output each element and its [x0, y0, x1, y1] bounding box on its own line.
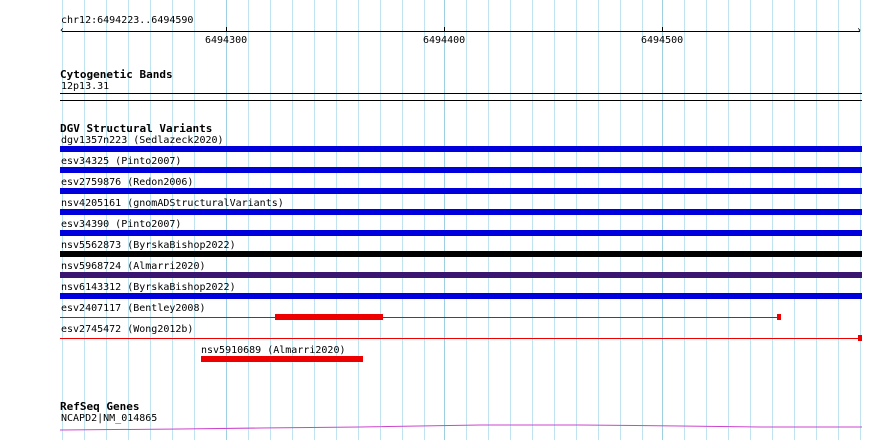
- grid-line: [336, 0, 337, 440]
- grid-line: [684, 0, 685, 440]
- grid-line: [380, 0, 381, 440]
- grid-line: [194, 0, 195, 440]
- sv-feature-bar[interactable]: [60, 272, 862, 278]
- grid-line: [270, 0, 271, 440]
- grid-line-major: [662, 0, 663, 440]
- grid-line: [488, 0, 489, 440]
- sv-feature-line[interactable]: [60, 338, 862, 339]
- sv-feature-bar[interactable]: [60, 230, 862, 236]
- sv-feature-endcap[interactable]: [858, 335, 862, 341]
- sv-feature-bar[interactable]: [201, 356, 363, 362]
- grid-line: [838, 0, 839, 440]
- grid-line: [576, 0, 577, 440]
- sv-feature-bar[interactable]: [60, 251, 862, 257]
- grid-line: [794, 0, 795, 440]
- ruler-left-arrow-icon: ‹: [59, 25, 66, 36]
- grid-line: [532, 0, 533, 440]
- ruler-right-arrow-icon: ›: [856, 25, 863, 36]
- track-title-cytogenetic-bands[interactable]: Cytogenetic Bands: [60, 68, 173, 81]
- grid-line-major: [226, 0, 227, 440]
- ruler-tick-label: 6494500: [641, 35, 684, 46]
- grid-line: [860, 0, 861, 440]
- grid-line: [292, 0, 293, 440]
- grid-line: [620, 0, 621, 440]
- track-title-refseq-genes[interactable]: RefSeq Genes: [60, 400, 139, 413]
- sv-feature-endcap[interactable]: [777, 314, 781, 320]
- gene-coverage-line[interactable]: [60, 422, 862, 434]
- grid-line: [424, 0, 425, 440]
- coordinate-label: chr12:6494223..6494590: [61, 15, 194, 26]
- ruler-tick: [226, 27, 227, 32]
- ruler-tick: [444, 27, 445, 32]
- grid-line: [466, 0, 467, 440]
- ruler-line: [62, 31, 860, 32]
- ruler-tick: [662, 27, 663, 32]
- grid-line: [728, 0, 729, 440]
- grid-line: [750, 0, 751, 440]
- grid-line: [510, 0, 511, 440]
- grid-line: [554, 0, 555, 440]
- grid-line: [402, 0, 403, 440]
- grid-line: [248, 0, 249, 440]
- grid-line: [816, 0, 817, 440]
- genome-browser-panel: chr12:6494223..6494590 ‹ › 6494300 64944…: [0, 0, 890, 440]
- cytoband-outline-top: [60, 93, 862, 94]
- grid-line: [358, 0, 359, 440]
- sv-feature-bar[interactable]: [60, 146, 862, 152]
- sv-feature-line[interactable]: [60, 317, 780, 318]
- sv-feature-bar[interactable]: [60, 293, 862, 299]
- sv-feature-bar[interactable]: [60, 188, 862, 194]
- grid-line: [314, 0, 315, 440]
- sv-feature-bar[interactable]: [60, 167, 862, 173]
- ruler-tick-label: 6494300: [205, 35, 248, 46]
- grid-line: [598, 0, 599, 440]
- sv-feature-bar[interactable]: [60, 209, 862, 215]
- sv-feature-block[interactable]: [275, 314, 383, 320]
- cytoband-outline-bottom: [60, 100, 862, 101]
- grid-line: [706, 0, 707, 440]
- grid-line: [642, 0, 643, 440]
- sv-feature-label[interactable]: esv2407117 (Bentley2008): [61, 303, 206, 315]
- track-title-dgv-structural-variants[interactable]: DGV Structural Variants: [60, 122, 212, 135]
- cytoband-label[interactable]: 12p13.31: [61, 81, 109, 93]
- ruler-tick-label: 6494400: [423, 35, 466, 46]
- grid-line: [772, 0, 773, 440]
- sv-feature-label[interactable]: esv2745472 (Wong2012b): [61, 324, 193, 336]
- grid-line-major: [444, 0, 445, 440]
